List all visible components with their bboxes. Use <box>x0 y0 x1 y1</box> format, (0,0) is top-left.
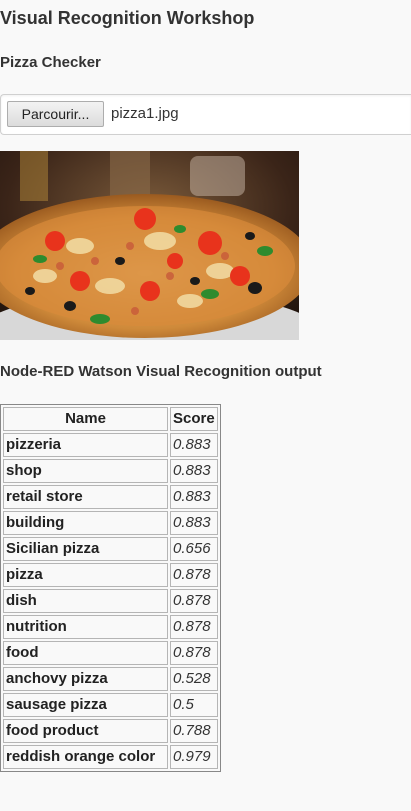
score-cell: 0.883 <box>170 459 218 483</box>
browse-button[interactable]: Parcourir... <box>7 101 104 127</box>
name-cell: reddish orange color <box>3 745 168 769</box>
table-row: Sicilian pizza 0.656 <box>3 537 218 561</box>
score-cell: 0.883 <box>170 511 218 535</box>
table-row: food 0.878 <box>3 641 218 665</box>
table-row: sausage pizza 0.5 <box>3 693 218 717</box>
name-cell: shop <box>3 459 168 483</box>
table-row: food product 0.788 <box>3 719 218 743</box>
page-title: Visual Recognition Workshop <box>0 8 255 28</box>
name-cell: sausage pizza <box>3 693 168 717</box>
score-cell: 0.979 <box>170 745 218 769</box>
name-column-header: Name <box>3 407 168 431</box>
score-cell: 0.883 <box>170 485 218 509</box>
table-row: building 0.883 <box>3 511 218 535</box>
table-row: retail store 0.883 <box>3 485 218 509</box>
score-cell: 0.528 <box>170 667 218 691</box>
score-cell: 0.878 <box>170 563 218 587</box>
pizza-photo <box>0 151 299 340</box>
table-row: dish 0.878 <box>3 589 218 613</box>
name-cell: food product <box>3 719 168 743</box>
file-input[interactable]: Parcourir... pizza1.jpg <box>0 94 411 135</box>
score-cell: 0.788 <box>170 719 218 743</box>
name-cell: food <box>3 641 168 665</box>
table-row: pizza 0.878 <box>3 563 218 587</box>
table-row: shop 0.883 <box>3 459 218 483</box>
score-cell: 0.878 <box>170 641 218 665</box>
page: Visual Recognition Workshop Pizza Checke… <box>0 0 411 811</box>
results-table: Name Score pizzeria 0.883 shop 0.883 retai… <box>0 404 221 772</box>
table-row: pizzeria 0.883 <box>3 433 218 457</box>
output-title: Node-RED Watson Visual Recognition outpu… <box>0 363 322 380</box>
score-column-header: Score <box>170 407 218 431</box>
name-cell: dish <box>3 589 168 613</box>
name-cell: retail store <box>3 485 168 509</box>
section-title: Pizza Checker <box>0 54 101 71</box>
score-cell: 0.878 <box>170 615 218 639</box>
selected-file-name: pizza1.jpg <box>111 105 179 122</box>
table-row: reddish orange color 0.979 <box>3 745 218 769</box>
score-cell: 0.883 <box>170 433 218 457</box>
score-cell: 0.656 <box>170 537 218 561</box>
name-cell: pizzeria <box>3 433 168 457</box>
name-cell: Sicilian pizza <box>3 537 168 561</box>
name-cell: building <box>3 511 168 535</box>
name-cell: nutrition <box>3 615 168 639</box>
name-cell: pizza <box>3 563 168 587</box>
table-header-row: Name Score <box>3 407 218 431</box>
score-cell: 0.5 <box>170 693 218 717</box>
name-cell: anchovy pizza <box>3 667 168 691</box>
score-cell: 0.878 <box>170 589 218 613</box>
table-row: nutrition 0.878 <box>3 615 218 639</box>
table-row: anchovy pizza 0.528 <box>3 667 218 691</box>
